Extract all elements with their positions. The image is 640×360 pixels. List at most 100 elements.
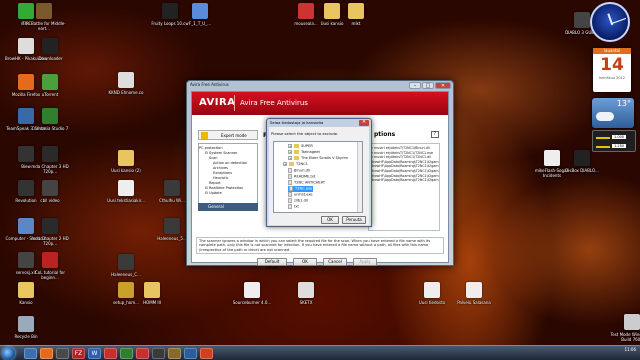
desktop-icon[interactable]: CoL tutorial for beginn... [28, 252, 72, 280]
desktop-icon[interactable]: Palvelu Salasana [452, 282, 496, 305]
maximize-button[interactable]: □ [422, 82, 434, 89]
desktop-icon[interactable]: The Battle for Middle-eart... [22, 3, 66, 31]
tree-item[interactable]: Report [199, 181, 221, 185]
excluded-file-row[interactable]: BrowHF\AppData\Roaming\T2NC1\t2gam [371, 160, 439, 164]
folder-item[interactable]: + Tarinageet [288, 150, 320, 155]
file-item[interactable]: T2NC ANTICHEAT [288, 180, 325, 186]
taskbar-app-button[interactable]: W [88, 348, 101, 359]
desktop-icon[interactable]: Uusi tiedosto [410, 282, 454, 305]
tree-item-general[interactable]: General [198, 203, 258, 211]
excluded-file-row[interactable]: e mustri etyöteksT\T2NC1\Binurl.dll [371, 146, 430, 150]
item-label: SUPER [301, 144, 313, 148]
dialog-ok-button[interactable]: OK [321, 216, 339, 224]
tree-item[interactable]: ⊟ Update [199, 191, 222, 195]
cpu-meter-gadget[interactable]: 1.000 1.250 [592, 130, 636, 152]
expert-mode-toggle[interactable]: Expert mode [198, 130, 258, 140]
desktop-icon[interactable]: Camtasia Studio 7 [28, 108, 72, 131]
desktop-icon[interactable]: DisBox DIABLO... [560, 150, 604, 173]
taskbar-app-button[interactable] [184, 348, 197, 359]
calendar-gadget[interactable]: lauantai 14 heinäkuu 2012 [593, 48, 631, 92]
tree-item[interactable]: ⊟ Realtime Protection [199, 186, 243, 190]
desktop-icon[interactable]: Uusi kansio (2) [104, 150, 148, 173]
excluded-files-list[interactable]: e mustri etyöteksT\T2NC1\Binurl.dll e mus… [368, 143, 440, 231]
taskbar-app-button[interactable] [56, 348, 69, 359]
default-values-button[interactable]: Default values [257, 258, 287, 270]
tree-item[interactable]: Archives [199, 166, 228, 170]
desktop-icon[interactable]: cbll video [28, 180, 72, 203]
tree-item[interactable]: Action on detection [199, 161, 247, 165]
exceptions-heading: ptions [374, 131, 396, 138]
folder-item[interactable]: + SUPER [288, 144, 313, 149]
help-icon[interactable]: ? [431, 131, 439, 138]
taskbar-app-button[interactable] [104, 348, 117, 359]
taskbar-app-button[interactable]: FZ [72, 348, 85, 359]
close-button[interactable]: ✕ [435, 82, 451, 89]
file-item[interactable]: uninst.exe [288, 192, 313, 198]
desktop-icon-image [424, 282, 440, 298]
file-tree[interactable]: + SUPER + Tarinageet + The Elder Scrolls V Sk… [273, 141, 363, 213]
settings-tree[interactable]: PC protection ⊟ System Scanner Scan Action … [198, 143, 258, 209]
excluded-file-row[interactable]: BrowHF\AppData\Roaming\T2NC1\t2gam [371, 174, 439, 178]
system-tray[interactable]: 11:06 [624, 347, 636, 353]
folder-item[interactable]: + T2NC1 [283, 162, 308, 167]
taskbar-app-button[interactable] [24, 348, 37, 359]
file-tree-scrollbar[interactable] [357, 142, 362, 212]
expert-mode-checkbox[interactable] [201, 132, 208, 139]
excluded-file-row[interactable]: e mustri etyöteksT\T2NC1\T2NC1.dll [371, 155, 431, 159]
file-item[interactable]: README.txt [288, 174, 315, 180]
file-item[interactable]: zlib1.dll [288, 198, 308, 204]
expand-icon[interactable]: + [288, 144, 292, 148]
desktop-icon[interactable]: Kansio [4, 282, 48, 305]
dialog-close-button[interactable]: ✕ [359, 120, 369, 126]
desktop-icon[interactable]: HOMM III [130, 282, 174, 305]
taskbar-app-button[interactable] [40, 348, 53, 359]
desktop-icon[interactable]: Test Mode Windows 7 Build 7601 [610, 314, 640, 342]
excluded-file-row[interactable]: BrowHF\AppData\Roaming\T2NC1\t2gam [371, 178, 439, 182]
desktop-icon-image [42, 252, 58, 268]
desktop-icon[interactable]: Uusi tekstiasiakir... [104, 180, 148, 203]
tree-item[interactable]: ⊟ System Scanner [199, 151, 238, 155]
desktop-icon[interactable]: SKETX [284, 282, 328, 305]
taskbar-app-button[interactable] [120, 348, 133, 359]
taskbar-app-button[interactable] [200, 348, 213, 359]
tree-item[interactable]: Scan [199, 156, 218, 160]
expand-icon[interactable]: + [288, 156, 292, 160]
desktop-icon-image [164, 180, 180, 196]
desktop-icon-image [42, 38, 58, 54]
apply-button[interactable]: Apply [353, 258, 377, 266]
desktop-icon[interactable]: mda Chapter 2 HD 720p... [28, 218, 72, 246]
tree-item[interactable]: PC protection [199, 146, 223, 150]
taskbar-app-button[interactable] [168, 348, 181, 359]
clock-gadget[interactable] [590, 2, 630, 42]
cancel-button[interactable]: Cancel [323, 258, 347, 266]
dialog-cancel-button[interactable]: Peruuta [342, 216, 366, 224]
select-object-dialog[interactable]: Selaa tiedostoja ja kansioita ✕ Please s… [266, 118, 372, 227]
file-item[interactable]: T2NC.exe [288, 186, 314, 192]
file-item[interactable]: Binurl.dll [288, 168, 310, 174]
excluded-file-row[interactable]: BrowHF\AppData\Roaming\T2NC1\t2gam [371, 169, 439, 173]
taskbar-app-button[interactable] [136, 348, 149, 359]
expand-icon[interactable]: + [283, 162, 287, 166]
desktop-icon[interactable]: mikt [334, 3, 378, 26]
tree-item[interactable]: Exceptions [199, 171, 232, 175]
file-item[interactable]: txt [288, 204, 299, 210]
ok-button[interactable]: OK [293, 258, 317, 266]
desktop-icon[interactable]: uTorrent [28, 74, 72, 97]
weather-gadget[interactable]: 13° [592, 98, 634, 128]
excluded-file-row[interactable]: BrowHF\AppData\Roaming\T2NC1\t2gam [371, 164, 439, 168]
desktop-icon[interactable]: iDownloader [28, 38, 72, 61]
desktop-icon[interactable]: Haleeneus_C... [104, 254, 148, 277]
minimize-button[interactable]: – [409, 82, 421, 89]
desktop-icon[interactable]: F_1_T_U_... [178, 3, 222, 26]
folder-item[interactable]: + The Elder Scrolls V Skyrim [288, 156, 348, 161]
item-label: Tarinageet [301, 150, 320, 154]
taskbar-app-button[interactable] [152, 348, 165, 359]
start-button[interactable] [2, 347, 15, 360]
desktop-icon[interactable]: mda Chapter 3 HD 720p... [28, 146, 72, 174]
desktop-icon[interactable]: KKND Ehnome.co [104, 72, 148, 95]
expand-icon[interactable]: + [288, 150, 292, 154]
desktop-icon[interactable]: Recycle Bin [4, 316, 48, 339]
excluded-file-row[interactable]: e mustri etyöteksT\T2NC1\T2NC1.exe [371, 151, 433, 155]
tree-item[interactable]: Heuristic [199, 176, 229, 180]
desktop-icon[interactable]: Sourceburner 4.0... [230, 282, 274, 305]
